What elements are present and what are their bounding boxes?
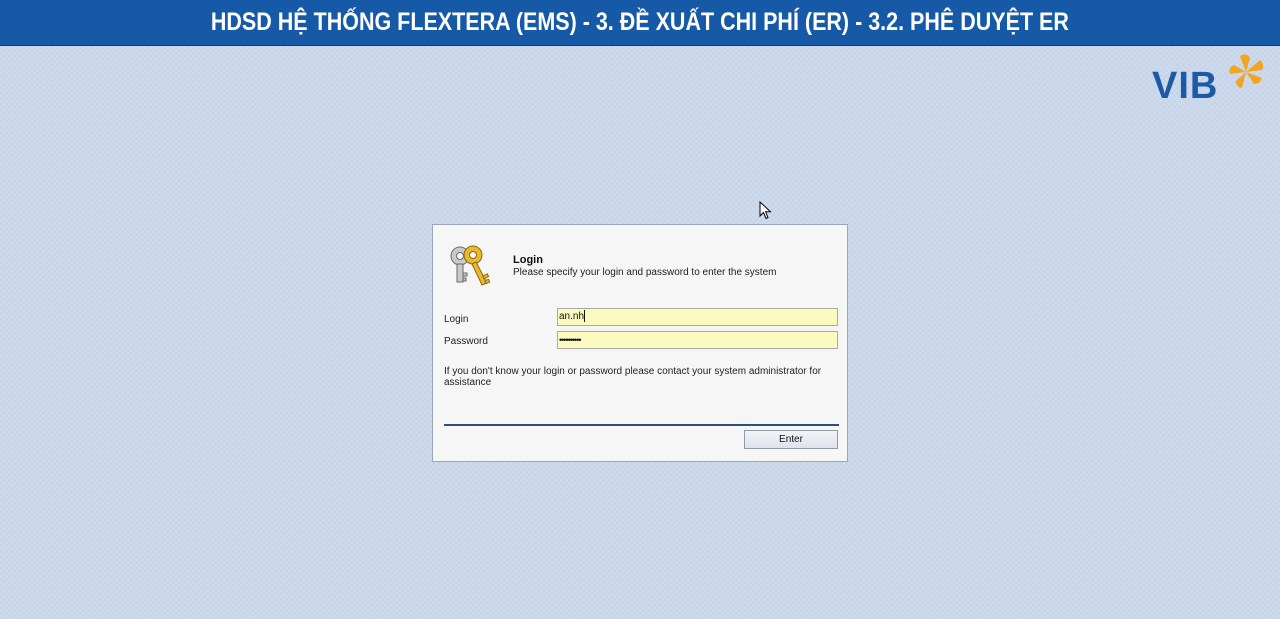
mouse-cursor-icon [759, 201, 772, 220]
login-dialog: Login Please specify your login and pass… [432, 224, 848, 462]
banner-title: HDSD HỆ THỐNG FLEXTERA (EMS) - 3. ĐỀ XUẤ… [210, 8, 1070, 36]
text-caret [584, 310, 586, 323]
help-text: If you don't know your login or password… [444, 366, 822, 388]
logo-text: VIB [1152, 65, 1219, 107]
divider [444, 424, 839, 426]
star-icon [1229, 54, 1264, 88]
vib-logo: VIB [1152, 52, 1268, 108]
dialog-subtitle: Please specify your login and password t… [513, 267, 777, 278]
login-label: Login [444, 314, 469, 325]
enter-button[interactable]: Enter [744, 430, 838, 449]
password-label: Password [444, 336, 488, 347]
title-banner: HDSD HỆ THỐNG FLEXTERA (EMS) - 3. ĐỀ XUẤ… [0, 0, 1280, 46]
dialog-title: Login [513, 254, 543, 266]
password-input[interactable]: •••••••••• [557, 331, 838, 349]
login-input-value: an.nh [559, 311, 585, 322]
keys-icon [450, 245, 491, 286]
login-input[interactable]: an.nh [557, 308, 838, 326]
